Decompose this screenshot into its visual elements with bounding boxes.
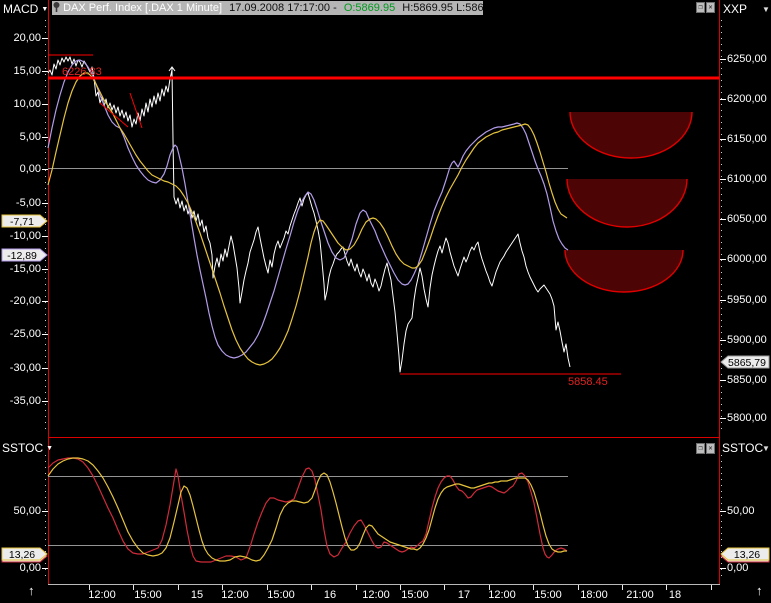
sstoc-selector-label: SSTOC: [2, 441, 44, 455]
macd-axis-label: -5,00: [15, 197, 41, 209]
close-window-button[interactable]: ✕: [706, 2, 715, 13]
time-axis-label: 15:00: [267, 589, 295, 601]
price-axis-label: 6000,00: [727, 253, 767, 265]
time-axis-label: 18: [668, 589, 682, 601]
price-axis-label: 6250,00: [727, 53, 767, 65]
sstoc-indicator-selector[interactable]: SSTOC ▼: [2, 441, 53, 455]
macd-axis-label: -35,00: [9, 395, 41, 407]
macd-axis-label: 5,00: [19, 131, 41, 143]
sstoc-right-symbol[interactable]: SSTOC: [722, 441, 763, 455]
right-symbol-selector[interactable]: XXP: [723, 2, 747, 16]
time-axis-label: 15:00: [534, 589, 562, 601]
time-axis-label: 18:00: [580, 589, 608, 601]
price-axis-label: 6150,00: [727, 133, 767, 145]
annotation-shapes: [564, 111, 693, 293]
price-axis-label: 6100,00: [727, 173, 767, 185]
trading-app-window: -7,71 -12,89 5865,79 13,26 13,26 MACD ▼ DAX P…: [0, 0, 771, 603]
level-lines: [48, 168, 568, 546]
macd-axis-label: 10,00: [13, 98, 41, 110]
value-tag-text: -7,71: [10, 216, 34, 228]
sstoc-axis-label: 50,00: [727, 505, 755, 517]
scroll-right-indicator-icon[interactable]: ↑: [756, 583, 763, 598]
semicircle-annotation: [570, 112, 692, 158]
time-axis-label: 12:00: [362, 589, 390, 601]
time-axis-label: 12:00: [221, 589, 249, 601]
time-axis-label: 12:00: [488, 589, 516, 601]
semicircle-annotation: [565, 250, 683, 292]
chevron-down-icon: ▼: [41, 6, 49, 13]
value-tag-text: 13,26: [9, 549, 35, 561]
macd-axis-label: 15,00: [13, 65, 41, 77]
macd-selector-label: MACD: [3, 2, 39, 16]
macd-axis-label: -25,00: [9, 328, 41, 340]
value-tag-text: 5865,79: [728, 357, 766, 369]
semicircle-annotation: [567, 179, 687, 227]
sstoc-axis-label: 0,00: [727, 562, 749, 574]
macd-axis-label: -10,00: [9, 230, 41, 242]
value-tag-text: 13,26: [734, 549, 760, 561]
open-value: O:5869.95: [343, 2, 396, 14]
minor-tick-columns: [45, 20, 722, 580]
macd-indicator-selector[interactable]: MACD ▼: [3, 2, 48, 16]
price-axis-label: 5900,00: [727, 334, 767, 346]
high-low-values: H:5869.95 L:5865.79: [402, 2, 483, 14]
macd-axis-label: 20,00: [13, 32, 41, 44]
sstoc-axis-label: 0,00: [19, 562, 41, 574]
restore-window-button[interactable]: ❐: [696, 2, 705, 13]
time-axis-label: 16: [323, 589, 337, 601]
sstoc-close-window-button[interactable]: ✕: [706, 443, 715, 454]
support-level-label: 5858.45: [568, 376, 608, 388]
chart-datetime: 17.09.2008 17:17:00 -: [229, 2, 337, 14]
scroll-left-indicator-icon[interactable]: ↑: [28, 583, 35, 598]
value-tag-text: -12,89: [7, 250, 37, 262]
price-axis-label: 5850,00: [727, 374, 767, 386]
price-axis-label: 5800,00: [727, 412, 767, 424]
macd-axis-label: 0,00: [19, 163, 41, 175]
chart-canvas: -7,71 -12,89 5865,79 13,26 13,26: [1, 0, 770, 590]
price-axis-label: 5950,00: [727, 294, 767, 306]
chart-title: DAX Perf. Index [.DAX 1 Minute]: [63, 2, 223, 14]
resistance-level-label: 6226.83: [62, 66, 102, 78]
series-sstoc-fast: [47, 457, 568, 563]
macd-axis-label: -20,00: [9, 295, 41, 307]
sstoc-axis-label: 50,00: [13, 505, 41, 517]
chevron-down-icon: ▼: [46, 445, 54, 452]
macd-axis-label: -30,00: [9, 362, 41, 374]
price-axis-label: 6200,00: [727, 93, 767, 105]
series-dax-price-1min: [47, 56, 571, 373]
series-macd-line: [47, 59, 569, 359]
chart-titlebar[interactable]: DAX Perf. Index [.DAX 1 Minute] 17.09.20…: [52, 1, 483, 15]
chevron-down-icon[interactable]: ▼: [762, 444, 770, 453]
time-axis-label: 15:00: [134, 589, 162, 601]
price-marker-arrow-icon: [168, 66, 176, 76]
time-axis-label: 15:00: [401, 589, 429, 601]
chart-series: [47, 56, 571, 563]
price-axis-label: 6050,00: [727, 213, 767, 225]
time-axis-label: 12:00: [88, 589, 116, 601]
macd-axis-label: -15,00: [9, 263, 41, 275]
sstoc-restore-window-button[interactable]: ❐: [696, 443, 705, 454]
series-macd-signal: [47, 72, 568, 366]
chevron-down-icon[interactable]: ▼: [762, 5, 770, 14]
